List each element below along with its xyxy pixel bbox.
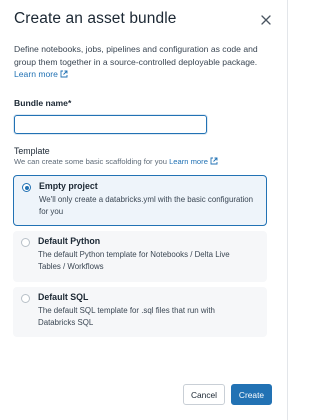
- template-hint-text: We can create some basic scaffolding for…: [14, 157, 167, 166]
- option-title: Default Python: [38, 236, 101, 246]
- template-learn-more-link[interactable]: Learn more: [169, 157, 218, 166]
- option-title: Default SQL: [38, 292, 89, 302]
- learn-more-label: Learn more: [14, 69, 58, 79]
- template-learn-more-label: Learn more: [169, 157, 208, 166]
- template-hint: We can create some basic scaffolding for…: [14, 157, 218, 166]
- option-title: Empty project: [39, 181, 98, 191]
- close-button[interactable]: [257, 11, 275, 29]
- external-link-icon: [210, 157, 218, 165]
- option-description: The default SQL template for .sql files …: [38, 306, 215, 327]
- template-option-default-python[interactable]: Default Python The default Python templa…: [13, 231, 267, 282]
- learn-more-link[interactable]: Learn more: [14, 69, 68, 79]
- description-text: Define notebooks, jobs, pipelines and co…: [14, 44, 258, 67]
- option-description: The default Python template for Notebook…: [38, 250, 230, 271]
- close-icon: [261, 15, 271, 25]
- cancel-button[interactable]: Cancel: [183, 384, 225, 405]
- option-description: We'll only create a databricks.yml with …: [39, 195, 254, 216]
- radio-selected-icon[interactable]: [22, 183, 31, 192]
- create-button[interactable]: Create: [231, 384, 272, 405]
- bundle-name-input[interactable]: [14, 115, 207, 134]
- external-link-icon: [60, 70, 68, 78]
- create-bundle-dialog: Create an asset bundle Define notebooks,…: [0, 0, 288, 420]
- dialog-title: Create an asset bundle: [14, 10, 177, 27]
- template-option-default-sql[interactable]: Default SQL The default SQL template for…: [13, 287, 267, 337]
- template-option-empty-project[interactable]: Empty project We'll only create a databr…: [13, 175, 267, 226]
- radio-unselected-icon[interactable]: [21, 238, 30, 247]
- radio-unselected-icon[interactable]: [21, 294, 30, 303]
- dialog-description: Define notebooks, jobs, pipelines and co…: [14, 43, 276, 81]
- template-label: Template: [14, 146, 50, 156]
- bundle-name-label: Bundle name*: [14, 98, 72, 108]
